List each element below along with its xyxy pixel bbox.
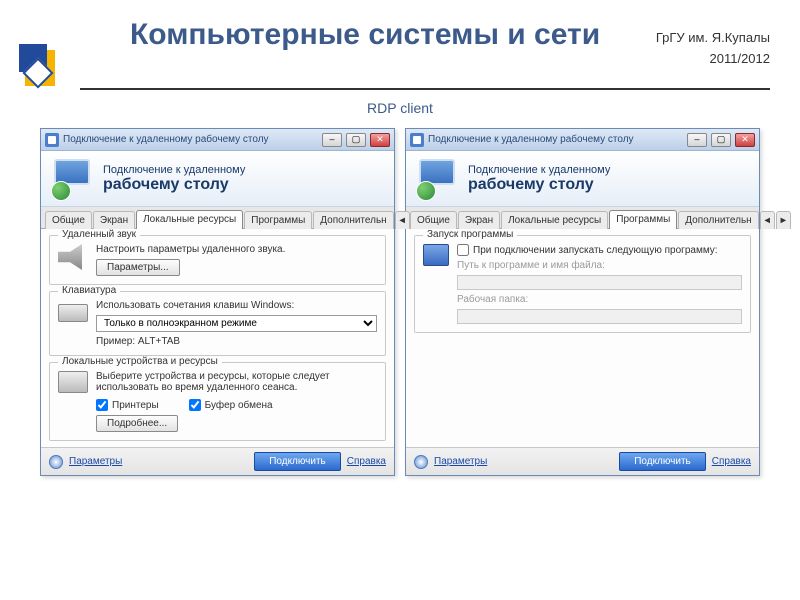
window-title: Подключение к удаленному рабочему столу: [63, 134, 318, 145]
bottom-bar: Параметры Подключить Справка: [41, 447, 394, 475]
close-button[interactable]: ✕: [735, 133, 755, 147]
tab-general[interactable]: Общие: [410, 211, 457, 229]
program-path-input: [457, 275, 742, 290]
group-title-keyboard: Клавиатура: [58, 285, 120, 296]
banner-line1: Подключение к удаленному: [468, 164, 610, 176]
tab-scroll-left[interactable]: ◂: [395, 211, 410, 229]
close-button[interactable]: ✕: [370, 133, 390, 147]
keyboard-example: Пример: ALT+TAB: [96, 336, 377, 347]
keyboard-mode-select[interactable]: Только в полноэкранном режиме: [96, 315, 377, 332]
printers-checkbox-input[interactable]: [96, 399, 108, 411]
clipboard-checkbox[interactable]: Буфер обмена: [189, 399, 273, 411]
rdp-icon: [416, 157, 460, 201]
slide-year: 2011/2012: [656, 49, 770, 70]
start-program-checkbox-input[interactable]: [457, 244, 469, 256]
working-folder-label: Рабочая папка:: [457, 294, 742, 305]
tab-local-resources[interactable]: Локальные ресурсы: [136, 210, 243, 229]
minimize-button[interactable]: –: [322, 133, 342, 147]
options-link[interactable]: Параметры: [434, 456, 487, 467]
options-icon: [49, 455, 63, 469]
help-link[interactable]: Справка: [347, 456, 386, 467]
connect-button[interactable]: Подключить: [254, 452, 341, 471]
tab-display[interactable]: Экран: [458, 211, 500, 229]
keyboard-desc: Использовать сочетания клавиш Windows:: [96, 300, 377, 311]
group-title-programs: Запуск программы: [423, 229, 517, 240]
tabstrip: Общие Экран Локальные ресурсы Программы …: [41, 207, 394, 229]
group-start-program: Запуск программы При подключении запуска…: [414, 235, 751, 333]
printers-checkbox[interactable]: Принтеры: [96, 399, 159, 411]
tabpage-programs: Запуск программы При подключении запуска…: [406, 229, 759, 447]
slide-title: Компьютерные системы и сети: [130, 18, 600, 51]
banner-line2: рабочему столу: [103, 176, 245, 194]
tab-scroll-left[interactable]: ◂: [760, 211, 775, 229]
tab-programs[interactable]: Программы: [244, 211, 312, 229]
group-keyboard: Клавиатура Использовать сочетания клавиш…: [49, 291, 386, 356]
maximize-button[interactable]: ▢: [346, 133, 366, 147]
rdp-window-local-resources: Подключение к удаленному рабочему столу …: [40, 128, 395, 476]
slide-org: ГрГУ им. Я.Купалы: [656, 28, 770, 49]
group-local-devices: Локальные устройства и ресурсы Выберите …: [49, 362, 386, 441]
slide-subtitle: RDP client: [0, 100, 800, 116]
system-icon: [410, 133, 424, 147]
bottom-bar: Параметры Подключить Справка: [406, 447, 759, 475]
options-icon: [414, 455, 428, 469]
keyboard-icon: [58, 304, 88, 322]
audio-settings-button[interactable]: Параметры...: [96, 259, 180, 276]
banner-line1: Подключение к удаленному: [103, 164, 245, 176]
tab-general[interactable]: Общие: [45, 211, 92, 229]
more-devices-button[interactable]: Подробнее...: [96, 415, 178, 432]
options-link[interactable]: Параметры: [69, 456, 122, 467]
group-remote-audio: Удаленный звук Настроить параметры удале…: [49, 235, 386, 285]
tab-display[interactable]: Экран: [93, 211, 135, 229]
titlebar[interactable]: Подключение к удаленному рабочему столу …: [406, 129, 759, 151]
maximize-button[interactable]: ▢: [711, 133, 731, 147]
tabstrip: Общие Экран Локальные ресурсы Программы …: [406, 207, 759, 229]
slide-logo: [15, 40, 75, 100]
banner: Подключение к удаленному рабочему столу: [41, 151, 394, 207]
tab-local-resources[interactable]: Локальные ресурсы: [501, 211, 608, 229]
clipboard-checkbox-input[interactable]: [189, 399, 201, 411]
tab-scroll-right[interactable]: ▸: [776, 211, 791, 229]
tabpage-local-resources: Удаленный звук Настроить параметры удале…: [41, 229, 394, 447]
tab-programs[interactable]: Программы: [609, 210, 677, 229]
working-folder-input: [457, 309, 742, 324]
banner-line2: рабочему столу: [468, 176, 610, 194]
rdp-icon: [51, 157, 95, 201]
system-icon: [45, 133, 59, 147]
slide-divider: [80, 88, 770, 90]
group-title-audio: Удаленный звук: [58, 229, 140, 240]
tab-advanced[interactable]: Дополнительн: [678, 211, 758, 229]
speaker-icon: [58, 244, 88, 270]
printer-icon: [58, 371, 88, 393]
connect-button[interactable]: Подключить: [619, 452, 706, 471]
titlebar[interactable]: Подключение к удаленному рабочему столу …: [41, 129, 394, 151]
audio-desc: Настроить параметры удаленного звука.: [96, 244, 377, 255]
program-path-label: Путь к программе и имя файла:: [457, 260, 742, 271]
banner: Подключение к удаленному рабочему столу: [406, 151, 759, 207]
devices-desc: Выберите устройства и ресурсы, которые с…: [96, 371, 377, 393]
tab-advanced[interactable]: Дополнительн: [313, 211, 393, 229]
rdp-window-programs: Подключение к удаленному рабочему столу …: [405, 128, 760, 476]
group-title-devices: Локальные устройства и ресурсы: [58, 356, 222, 367]
window-title: Подключение к удаленному рабочему столу: [428, 134, 683, 145]
program-icon: [423, 244, 449, 266]
minimize-button[interactable]: –: [687, 133, 707, 147]
slide-meta: ГрГУ им. Я.Купалы 2011/2012: [656, 28, 770, 70]
start-program-checkbox[interactable]: При подключении запускать следующую прог…: [457, 244, 742, 256]
help-link[interactable]: Справка: [712, 456, 751, 467]
